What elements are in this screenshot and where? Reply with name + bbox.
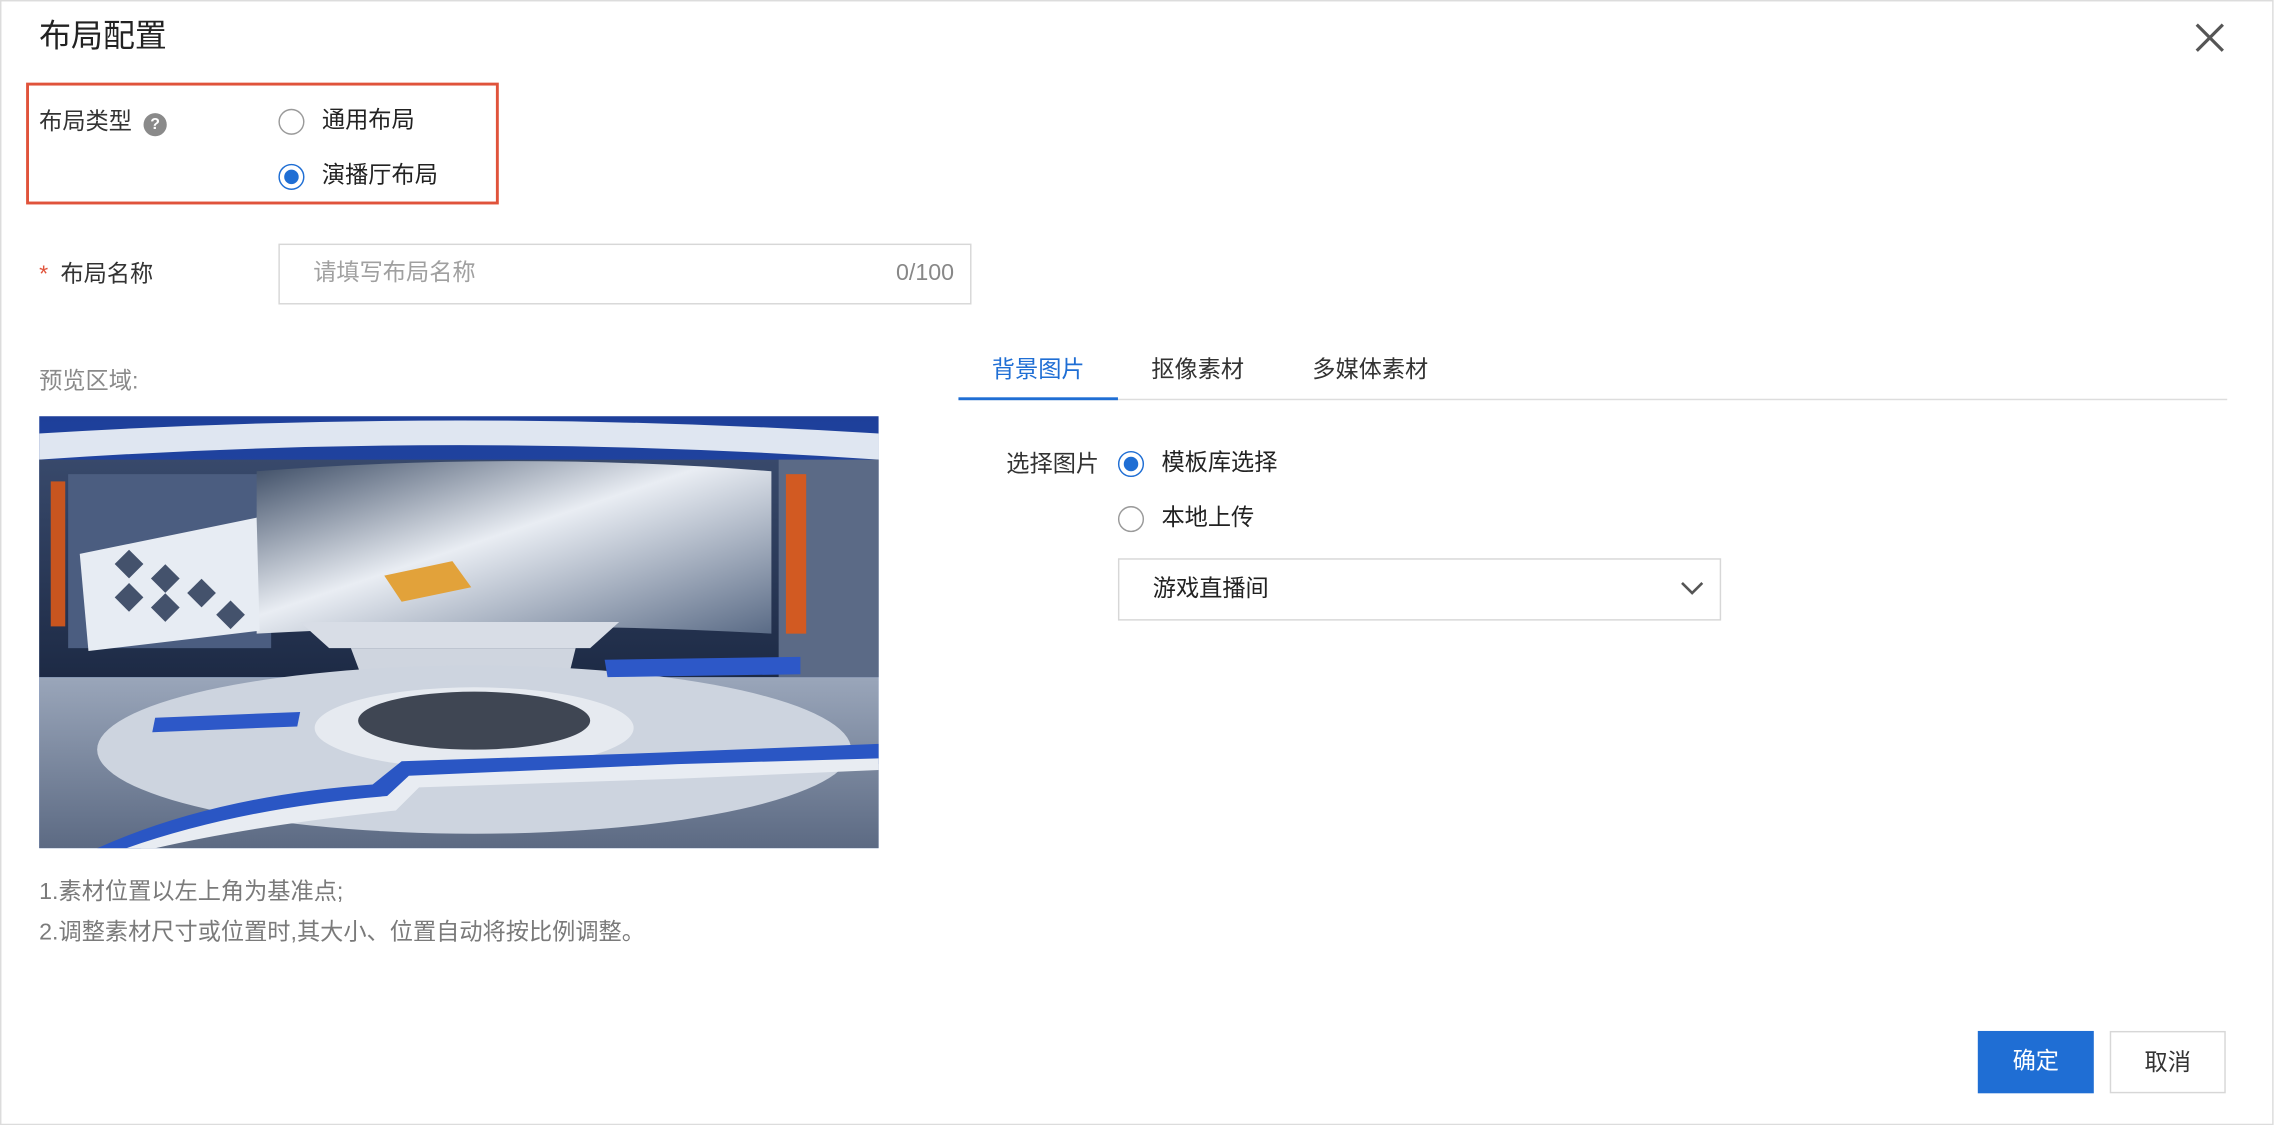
tab-background-image[interactable]: 背景图片: [992, 355, 1085, 387]
preview-note-1: 1.素材位置以左上角为基准点;: [39, 880, 344, 905]
layout-name-field[interactable]: 0/100: [278, 243, 972, 305]
radio-local-upload[interactable]: 本地上传: [1117, 503, 1255, 535]
layout-name-label-text: 布局名称: [60, 262, 154, 288]
layout-name-input[interactable]: [279, 245, 894, 304]
dialog-title: 布局配置: [39, 17, 167, 54]
required-mark: *: [39, 262, 49, 288]
radio-circle[interactable]: [1117, 506, 1145, 533]
preview-area-label: 预览区域:: [39, 369, 139, 395]
preview-note-2: 2.调整素材尺寸或位置时,其大小、位置自动将按比例调整。: [39, 920, 645, 946]
layout-name-label: * 布局名称: [39, 260, 153, 292]
radio-studio-layout[interactable]: 演播厅布局: [278, 161, 438, 193]
template-select[interactable]: 游戏直播间: [1117, 558, 1722, 621]
studio-preview-image: [39, 416, 879, 849]
active-tab-indicator: [958, 397, 1118, 401]
radio-general-layout[interactable]: 通用布局: [278, 106, 415, 138]
radio-general-layout-label: 通用布局: [321, 108, 415, 134]
template-select-value: 游戏直播间: [1152, 577, 1269, 602]
confirm-button[interactable]: 确定: [1977, 1030, 2094, 1094]
tab-keying-material[interactable]: 抠像素材: [1151, 355, 1244, 387]
radio-template-library[interactable]: 模板库选择: [1117, 448, 1278, 480]
chevron-down-icon: [1681, 581, 1704, 595]
cancel-button[interactable]: 取消: [2109, 1030, 2226, 1094]
layout-config-dialog: 布局配置 布局类型 ? 通用布局 演播厅布局 * 布局名称 0/100 预览区域…: [0, 0, 2274, 1125]
radio-circle-selected[interactable]: [278, 163, 305, 190]
radio-circle[interactable]: [278, 108, 305, 135]
close-icon[interactable]: [2191, 19, 2229, 57]
tabs-divider: [958, 398, 2228, 401]
radio-local-upload-label: 本地上传: [1161, 506, 1255, 531]
radio-studio-layout-label: 演播厅布局: [321, 163, 438, 189]
select-image-label: 选择图片: [1006, 452, 1100, 478]
layout-type-label: 布局类型: [39, 110, 132, 135]
radio-template-library-label: 模板库选择: [1161, 450, 1278, 476]
radio-circle-selected[interactable]: [1117, 450, 1145, 478]
char-counter: 0/100: [896, 261, 955, 286]
help-icon[interactable]: ?: [143, 113, 167, 137]
tab-multimedia-material[interactable]: 多媒体素材: [1312, 355, 1428, 387]
